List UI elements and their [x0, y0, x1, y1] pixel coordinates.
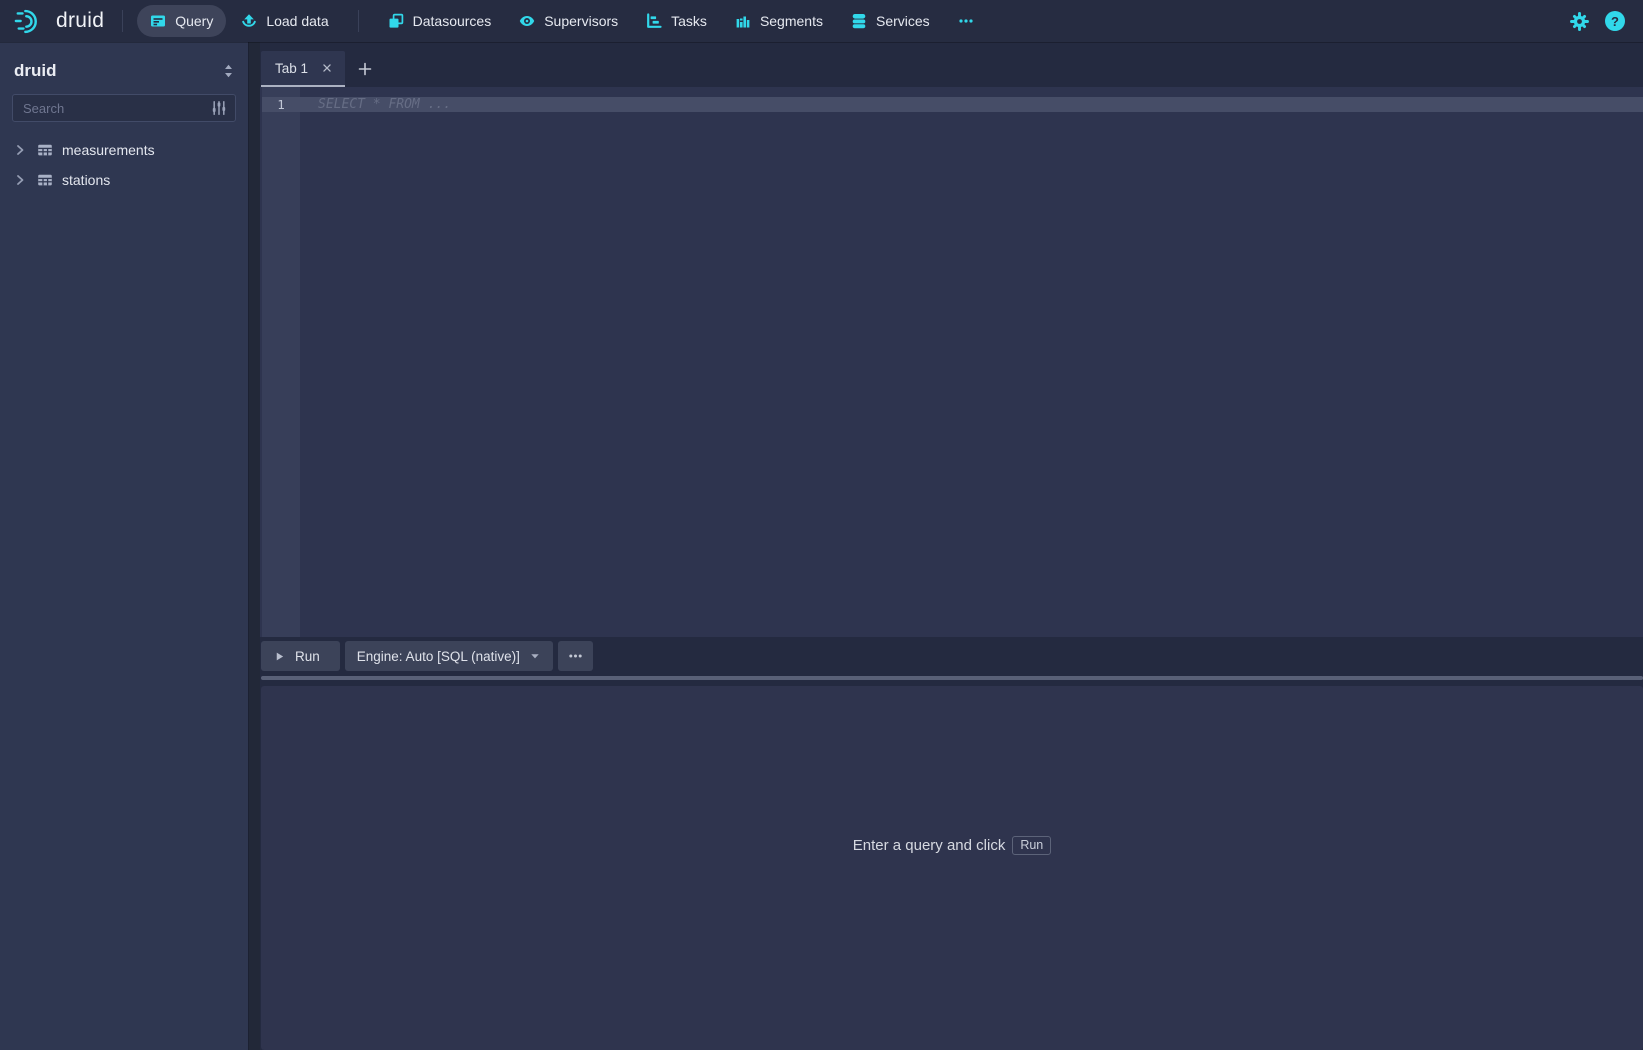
chevron-right-icon[interactable] [12, 142, 28, 158]
search-input[interactable] [21, 100, 205, 117]
divider [358, 10, 359, 32]
top-navigation-bar: druid Query [0, 0, 1643, 42]
editor-active-line [262, 97, 1643, 112]
run-button[interactable]: Run [261, 641, 340, 671]
engine-select-button[interactable]: Engine: Auto [SQL (native)] [345, 641, 553, 671]
tab-tab1[interactable]: Tab 1 [261, 51, 345, 87]
engine-label: Engine: Auto [SQL (native)] [357, 649, 520, 664]
topbar-right-actions: ? [1569, 11, 1633, 32]
druid-console: druid Query [0, 0, 1643, 1050]
filter-sliders-icon[interactable] [211, 100, 227, 116]
run-button-label: Run [295, 649, 320, 664]
help-icon: ? [1605, 11, 1625, 31]
help-glyph: ? [1611, 14, 1619, 29]
add-tab-button[interactable] [345, 51, 385, 87]
upload-icon [241, 13, 257, 29]
nav-item-tasks[interactable]: Tasks [633, 5, 720, 37]
query-more-button[interactable] [558, 641, 593, 671]
editor-placeholder: SELECT * FROM ... [318, 97, 451, 112]
editor-gutter [262, 87, 300, 637]
main-nav: Query Load data [137, 5, 986, 37]
nav-item-label: Load data [266, 13, 328, 29]
tree-item-measurements[interactable]: measurements [0, 135, 248, 165]
caret-down-icon [529, 650, 541, 662]
run-key-hint: Run [1012, 836, 1051, 855]
eye-icon [519, 13, 535, 29]
bar-chart-icon [735, 13, 751, 29]
datasource-tree-panel: druid [0, 42, 248, 1050]
editor-line-number: 1 [262, 97, 300, 112]
table-icon [37, 172, 53, 188]
druid-logo-icon [14, 6, 48, 36]
database-icon [851, 13, 867, 29]
nav-item-label: Supervisors [544, 13, 618, 29]
help-button[interactable]: ? [1605, 11, 1625, 31]
gear-icon [1569, 11, 1590, 32]
sql-editor[interactable]: 1 SELECT * FROM ... [260, 87, 1643, 637]
datasources-icon [388, 13, 404, 29]
more-dots-icon [568, 650, 583, 662]
table-icon [37, 142, 53, 158]
nav-item-label: Services [876, 13, 930, 29]
nav-item-label: Segments [760, 13, 823, 29]
nav-item-datasources[interactable]: Datasources [375, 5, 505, 37]
nav-item-services[interactable]: Services [838, 5, 943, 37]
gantt-chart-icon [646, 13, 662, 29]
tab-label: Tab 1 [275, 61, 308, 76]
double-caret-vertical-icon[interactable] [223, 63, 234, 79]
datasource-tree: measurements [0, 135, 248, 195]
tree-item-label: stations [62, 172, 110, 188]
close-icon[interactable] [318, 59, 336, 77]
nav-item-segments[interactable]: Segments [722, 5, 836, 37]
search-box [12, 94, 236, 122]
settings-button[interactable] [1569, 11, 1590, 32]
tree-item-label: measurements [62, 142, 155, 158]
nav-item-label: Datasources [413, 13, 492, 29]
divider [122, 10, 123, 32]
brand-title: druid [56, 9, 104, 33]
chevron-right-icon[interactable] [12, 172, 28, 188]
nav-item-label: Tasks [671, 13, 707, 29]
results-panel: Enter a query and click Run [261, 686, 1643, 1050]
nav-item-more[interactable] [945, 5, 987, 37]
druid-logo[interactable]: druid [10, 6, 108, 36]
query-workbench: Tab 1 1 SELECT * FROM ... [260, 42, 1643, 1050]
nav-item-label: Query [175, 13, 213, 29]
more-icon [958, 13, 974, 29]
application-icon [150, 13, 166, 29]
empty-message-text: Enter a query and click [853, 837, 1006, 854]
sidebar-main-divider [248, 42, 260, 1050]
nav-item-query[interactable]: Query [137, 5, 226, 37]
run-bar: Run Engine: Auto [SQL (native)] [260, 637, 1643, 675]
query-tab-strip: Tab 1 [260, 42, 1643, 87]
tree-item-stations[interactable]: stations [0, 165, 248, 195]
tree-title: druid [14, 61, 57, 81]
results-resize-handle[interactable] [261, 676, 1643, 680]
empty-results-message: Enter a query and click Run [853, 836, 1052, 855]
plus-icon [357, 61, 373, 77]
play-icon [274, 651, 285, 662]
nav-item-supervisors[interactable]: Supervisors [506, 5, 631, 37]
nav-item-load-data[interactable]: Load data [228, 5, 341, 37]
tree-header: druid [0, 42, 248, 94]
